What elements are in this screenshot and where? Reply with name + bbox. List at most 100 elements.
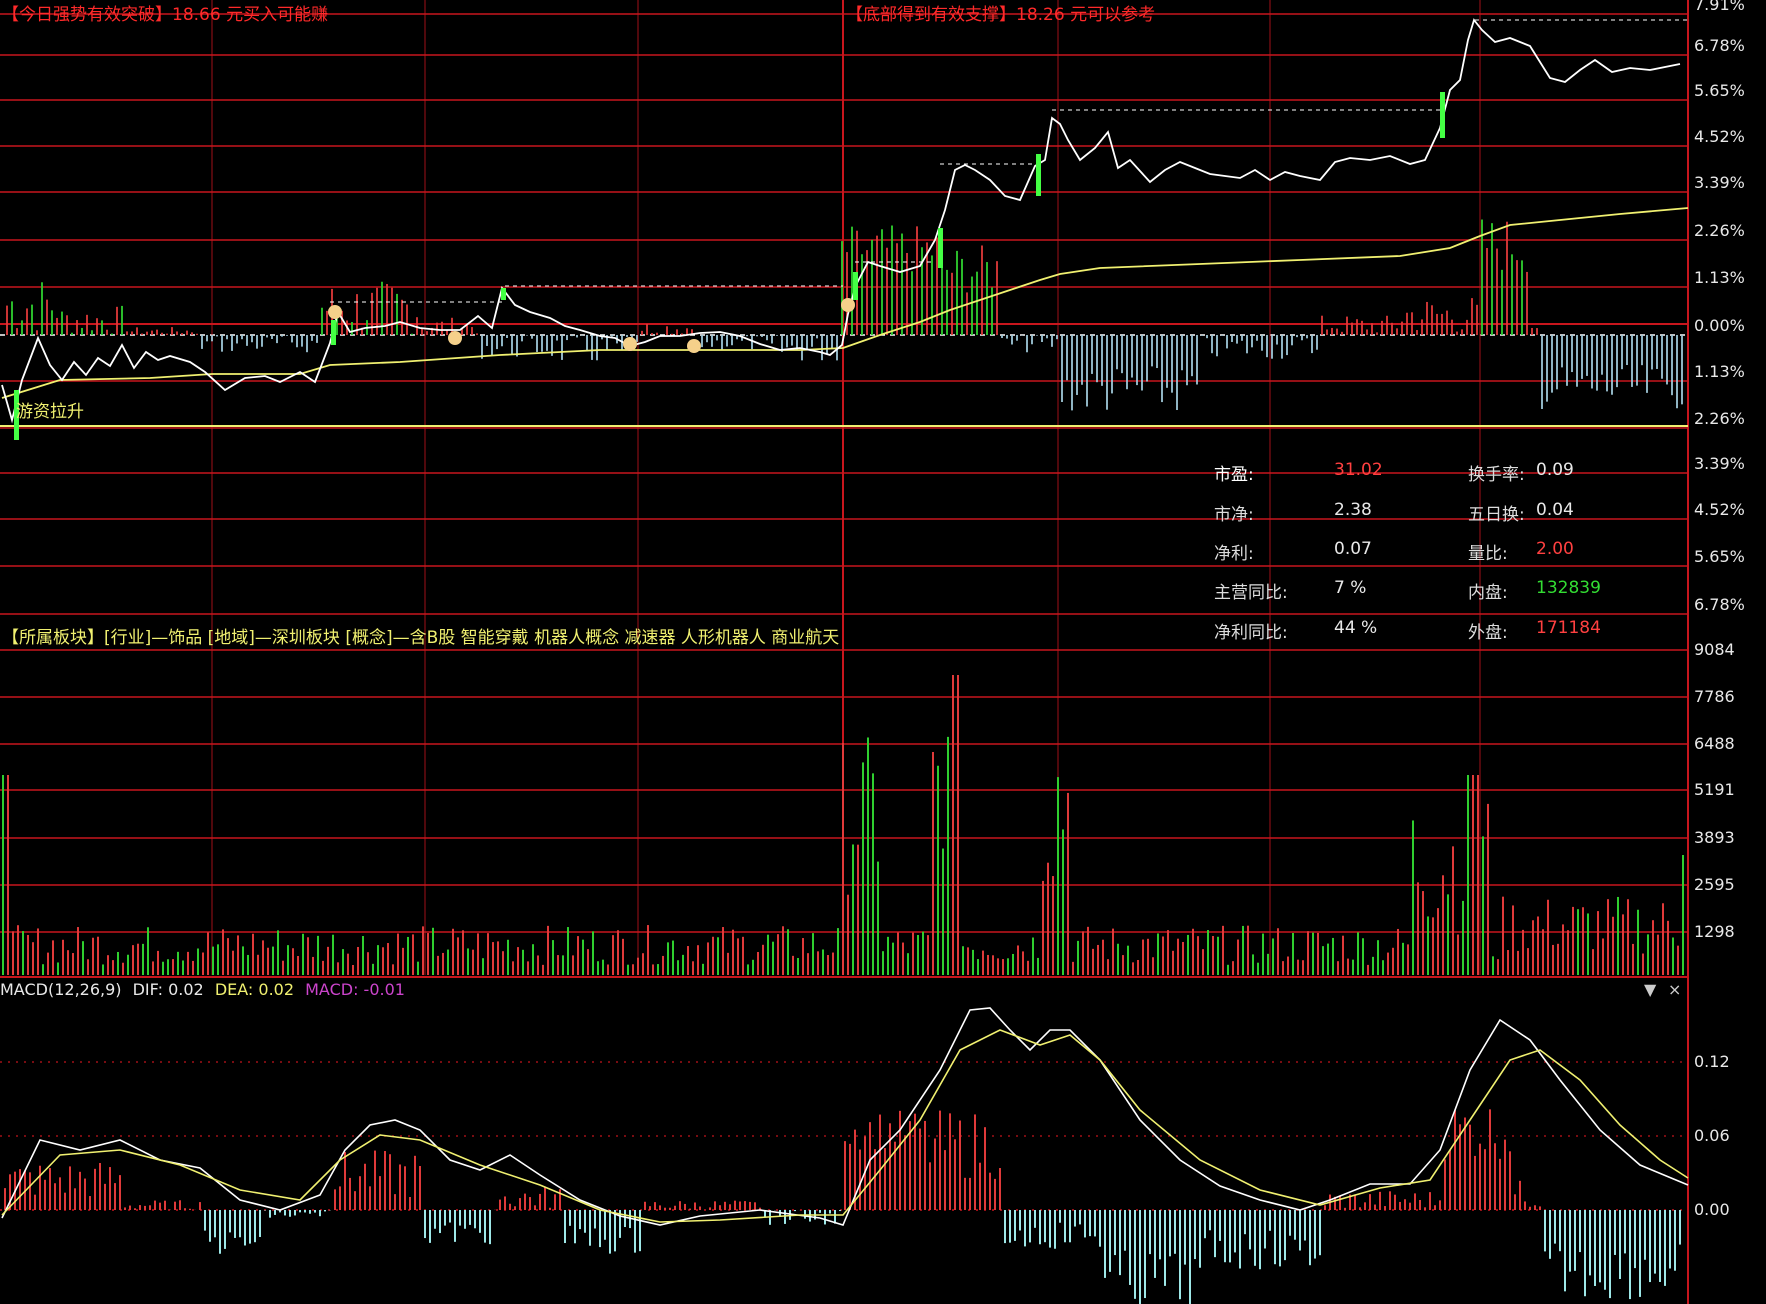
volume-bar <box>1152 957 1154 975</box>
volume-bar <box>407 936 409 975</box>
macd-bar <box>539 1193 541 1210</box>
macd-bar <box>234 1210 236 1238</box>
macd-bar <box>164 1200 166 1210</box>
volume-bar <box>1057 777 1059 975</box>
intraday-bar <box>1141 335 1143 391</box>
volume-bar <box>662 955 664 975</box>
intraday-bar <box>826 335 828 354</box>
dropdown-icon[interactable]: ▼ <box>1644 980 1656 999</box>
macd-bar <box>1519 1180 1521 1210</box>
signal-bar <box>938 228 943 268</box>
macd-bar <box>1449 1149 1451 1210</box>
signal-breakout: 【今日强势有效突破】18.66 元买入可能赚 <box>2 5 329 25</box>
macd-bar <box>979 1162 981 1210</box>
intraday-bar <box>1101 335 1103 386</box>
volume-bar <box>1432 917 1434 975</box>
intraday-bar <box>666 326 668 335</box>
intraday-bar <box>1541 335 1543 409</box>
volume-bar <box>1072 961 1074 975</box>
intraday-bar <box>1276 335 1278 345</box>
volume-bar <box>757 951 759 975</box>
macd-bar <box>674 1205 676 1210</box>
volume-bar <box>772 941 774 975</box>
volume-bar <box>747 964 749 975</box>
macd-bar <box>1419 1199 1421 1210</box>
macd-bar <box>419 1166 421 1210</box>
intraday-bar <box>1416 330 1418 335</box>
macd-bar <box>309 1210 311 1214</box>
intraday-bar <box>711 335 713 347</box>
intraday-bar <box>1336 328 1338 335</box>
intraday-bar <box>1516 260 1518 335</box>
intraday-bar-histogram <box>6 219 1683 411</box>
macd-bar <box>1089 1210 1091 1237</box>
intraday-bar <box>496 335 498 350</box>
macd-bar <box>509 1203 511 1210</box>
intraday-bar <box>401 299 403 335</box>
intraday-bar <box>101 320 103 335</box>
volume-bar <box>1097 944 1099 975</box>
macd-bar <box>1554 1210 1556 1244</box>
intraday-bar <box>756 335 758 337</box>
volume-bar <box>737 938 739 975</box>
macd-bar <box>504 1196 506 1210</box>
volume-bar <box>1012 953 1014 975</box>
pe-label: 市盈: <box>1214 465 1254 485</box>
intraday-bar <box>1301 335 1303 341</box>
macd-bar <box>1004 1210 1006 1244</box>
intraday-bar <box>1046 335 1048 339</box>
macd-bar <box>44 1179 46 1210</box>
macd-bar <box>924 1120 926 1210</box>
volume-bar <box>52 940 54 975</box>
volume-bar <box>392 964 394 975</box>
macd-bar <box>1294 1210 1296 1240</box>
volume-bar <box>1517 950 1519 975</box>
macd-bar <box>739 1201 741 1210</box>
macd-bar <box>59 1177 61 1210</box>
volume-bar <box>497 941 499 975</box>
macd-bar <box>1024 1210 1026 1247</box>
macd-bar <box>1344 1207 1346 1210</box>
macd-bar <box>874 1149 876 1210</box>
intraday-bar <box>406 304 408 335</box>
hand-marker-icon <box>687 339 701 353</box>
macd-bar <box>1469 1124 1471 1210</box>
close-icon[interactable]: × <box>1668 980 1681 999</box>
macd-bar <box>824 1210 826 1225</box>
macd-bar <box>1239 1210 1241 1269</box>
macd-bar <box>1374 1204 1376 1210</box>
volume-bar <box>227 938 229 975</box>
intraday-bar <box>1026 335 1028 353</box>
macd-bar <box>1074 1210 1076 1227</box>
volume-bar <box>307 937 309 975</box>
macd-bar <box>459 1210 461 1226</box>
volume-bar <box>967 947 969 975</box>
signal-bar <box>1036 154 1041 196</box>
volume-bar <box>572 955 574 975</box>
macd-bar <box>1079 1210 1081 1225</box>
volume-bar <box>1042 880 1044 975</box>
volume-bar <box>1227 964 1229 975</box>
volume-bar <box>532 944 534 975</box>
macd-bar <box>574 1210 576 1244</box>
volume-bar <box>182 960 184 975</box>
volume-bar <box>1592 949 1594 975</box>
macd-bar <box>214 1210 216 1238</box>
intraday-bar <box>1061 335 1063 402</box>
volume-bar <box>1662 903 1664 975</box>
macd-bar <box>1124 1210 1126 1251</box>
intraday-bar <box>26 308 28 335</box>
volume-bar <box>1632 943 1634 975</box>
volume-bar <box>1247 925 1249 975</box>
volume-bar <box>327 946 329 975</box>
intraday-bar <box>1011 335 1013 345</box>
intraday-bar <box>1486 248 1488 335</box>
volume-bar <box>637 957 639 975</box>
profit-label: 净利: <box>1214 544 1254 564</box>
volume-bar <box>1612 916 1614 975</box>
intraday-bar <box>511 335 513 355</box>
macd-bar <box>564 1210 566 1244</box>
macd-bar <box>1414 1193 1416 1210</box>
intraday-bar <box>1396 328 1398 335</box>
volume-bar <box>1232 961 1234 975</box>
